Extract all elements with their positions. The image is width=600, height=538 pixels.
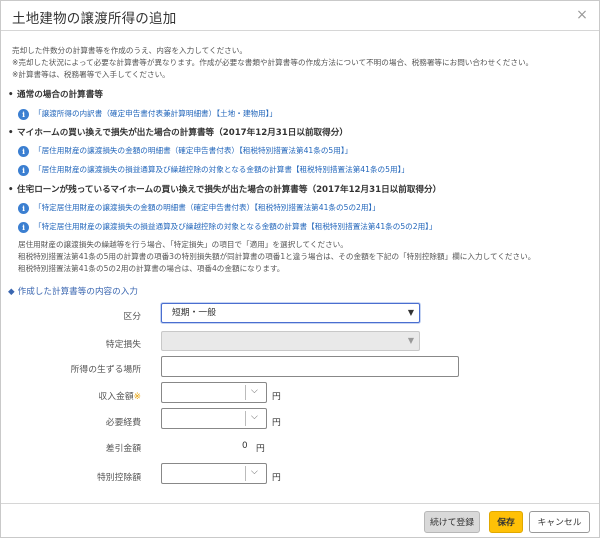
note-line: 租税特別措置法第41条の5用の計算書の項番3の特別損失額が同計算書の項番1と違う… — [18, 252, 536, 261]
note-text: 居住用財産の譲渡損失の繰越等を行う場合、「特定損失」の項目で「適用」を選択してく… — [18, 239, 535, 275]
link-text[interactable]: 「特定居住用財産の譲渡損失の損益通算及び繰越控除の対象となる金額の計算書【租税特… — [34, 222, 437, 231]
basho-label: 所得の生ずる場所 — [70, 365, 141, 375]
intro-line: ※計算書等は、税務署等で入手してください。 — [12, 70, 170, 79]
shunyu-label-text: 収入金額 — [98, 392, 134, 402]
dialog-titlebar: 土地建物の譲渡所得の追加 × — [1, 1, 599, 31]
tokubetsu-label: 特別控除額 — [97, 473, 141, 483]
combo-divider — [245, 385, 246, 400]
intro-line: 売却した件数分の計算書等を作成のうえ、内容を入力してください。 — [12, 46, 247, 55]
shunyu-unit: 円 — [272, 392, 281, 402]
dropdown-arrow-icon: ▼ — [407, 308, 414, 317]
intro-line: ※売却した状況によって必要な計算書等が異なります。作成が必要な書類や計算書等の作… — [12, 58, 534, 67]
save-button[interactable]: 保存 — [489, 511, 523, 533]
section-heading-normal: • 通常の場合の計算書等 — [8, 90, 103, 100]
section-heading-loan: • 住宅ローンが残っているマイホームの買い換えで損失が出た場合の計算書等（2017… — [8, 185, 442, 195]
required-mark: ※ — [133, 392, 141, 402]
keihi-unit: 円 — [272, 418, 281, 428]
kubun-select-value: 短期・一般 — [172, 308, 216, 318]
section-heading-text: マイホームの買い換えで損失が出た場合の計算書等（2017年12月31日以前取得分… — [17, 128, 348, 138]
kubun-select[interactable]: 短期・一般 ▼ — [161, 303, 420, 323]
form-section-title-text: 作成した計算書等の内容の入力 — [17, 287, 138, 297]
dialog-footer: 続けて登録 保存 キャンセル — [1, 503, 599, 537]
tokutei-label: 特定損失 — [105, 340, 141, 350]
sashihiki-value: 0 — [242, 441, 248, 451]
link-item[interactable]: i 「譲渡所得の内訳書（確定申告書付表兼計算明細書）【土地・建物用】」 — [18, 108, 277, 120]
link-item[interactable]: i 「居住用財産の譲渡損失の損益通算及び繰越控除の対象となる金額の計算書【租税特別… — [18, 164, 409, 176]
keihi-label: 必要経費 — [105, 418, 141, 428]
note-line: 居住用財産の譲渡損失の繰越等を行う場合、「特定損失」の項目で「適用」を選択してく… — [18, 240, 348, 249]
link-item[interactable]: i 「居住用財産の譲渡損失の金額の明細書（確定申告書付表）【租税特別措置法第41条… — [18, 145, 352, 157]
keihi-input[interactable]: ⌵ — [161, 408, 267, 429]
basho-input[interactable] — [161, 356, 459, 377]
intro-text: 売却した件数分の計算書等を作成のうえ、内容を入力してください。 ※売却した状況に… — [12, 45, 533, 81]
tokubetsu-unit: 円 — [272, 473, 281, 483]
combo-divider — [245, 411, 246, 426]
sashihiki-unit: 円 — [256, 444, 265, 454]
tokubetsu-input[interactable]: ⌵ — [161, 463, 267, 484]
info-icon: i — [18, 109, 29, 120]
chevron-down-icon[interactable]: ⌵ — [251, 467, 258, 477]
tokutei-select: ▼ — [161, 331, 420, 351]
section-heading-myhome: • マイホームの買い換えで損失が出た場合の計算書等（2017年12月31日以前取得… — [8, 128, 348, 138]
info-icon: i — [18, 165, 29, 176]
continue-register-button[interactable]: 続けて登録 — [424, 511, 480, 533]
link-text[interactable]: 「譲渡所得の内訳書（確定申告書付表兼計算明細書）【土地・建物用】」 — [34, 109, 277, 118]
combo-divider — [245, 466, 246, 481]
dialog-content: 売却した件数分の計算書等を作成のうえ、内容を入力してください。 ※売却した状況に… — [1, 32, 599, 502]
sashihiki-label: 差引金額 — [105, 444, 141, 454]
diamond-icon: ◆ — [8, 287, 15, 297]
link-text[interactable]: 「居住用財産の譲渡損失の損益通算及び繰越控除の対象となる金額の計算書【租税特別措… — [34, 165, 409, 174]
close-icon[interactable]: × — [573, 6, 591, 24]
form-section-title: ◆ 作成した計算書等の内容の入力 — [8, 285, 138, 297]
shunyu-input[interactable]: ⌵ — [161, 382, 267, 403]
chevron-down-icon[interactable]: ⌵ — [251, 412, 258, 422]
link-text[interactable]: 「居住用財産の譲渡損失の金額の明細書（確定申告書付表）【租税特別措置法第41条の… — [34, 146, 352, 155]
section-heading-text: 通常の場合の計算書等 — [17, 90, 103, 100]
link-item[interactable]: i 「特定居住用財産の譲渡損失の金額の明細書（確定申告書付表）【租税特別措置法第4… — [18, 202, 380, 214]
info-icon: i — [18, 222, 29, 233]
kubun-label: 区分 — [123, 312, 141, 322]
info-icon: i — [18, 203, 29, 214]
dialog: 土地建物の譲渡所得の追加 × 売却した件数分の計算書等を作成のうえ、内容を入力し… — [0, 0, 600, 538]
chevron-down-icon[interactable]: ⌵ — [251, 386, 258, 396]
link-text[interactable]: 「特定居住用財産の譲渡損失の金額の明細書（確定申告書付表）【租税特別措置法第41… — [34, 203, 380, 212]
info-icon: i — [18, 146, 29, 157]
note-line: 租税特別措置法第41条の5の2用の計算書の場合は、項番4の金額になります。 — [18, 264, 285, 273]
cancel-button[interactable]: キャンセル — [529, 511, 590, 533]
section-heading-text: 住宅ローンが残っているマイホームの買い換えで損失が出た場合の計算書等（2017年… — [17, 185, 442, 195]
link-item[interactable]: i 「特定居住用財産の譲渡損失の損益通算及び繰越控除の対象となる金額の計算書【租税… — [18, 221, 437, 233]
dialog-title: 土地建物の譲渡所得の追加 — [12, 11, 177, 27]
dropdown-arrow-icon: ▼ — [407, 336, 414, 345]
shunyu-label: 収入金額※ — [1, 389, 141, 402]
